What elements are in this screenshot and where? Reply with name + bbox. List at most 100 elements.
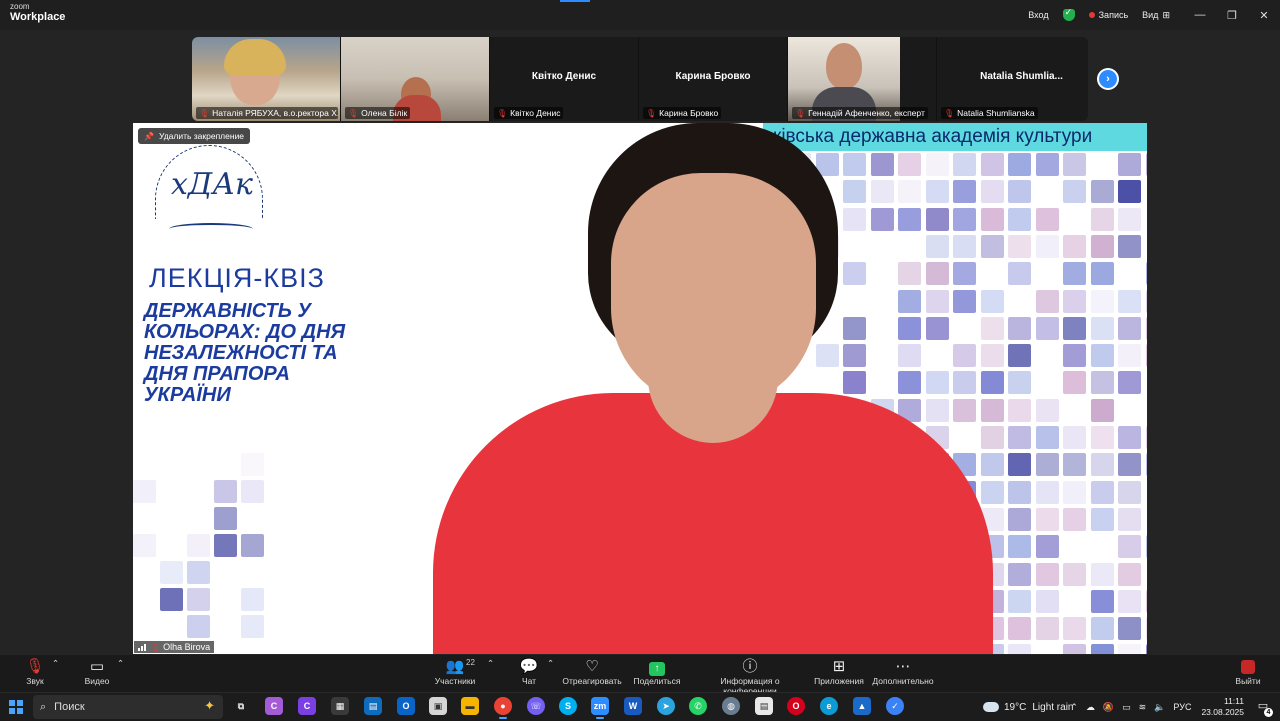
participant-label: 🎙 Наталія РЯБУХА, в.о.ректора Х... [196, 107, 338, 119]
mosaic-tile [187, 615, 210, 638]
apps-label: Приложения [814, 676, 864, 686]
audio-label: Звук [26, 676, 44, 686]
grid-icon: ⊞ [1162, 9, 1170, 20]
windows-start-button[interactable] [9, 700, 23, 714]
video-options-caret[interactable]: ⌃ [117, 658, 124, 669]
participant-tile-5[interactable]: 🎙 Геннадій Афенченко, експерт [788, 37, 937, 121]
viber-app-icon[interactable]: ☏ [527, 697, 545, 715]
view-button[interactable]: Вид ⊞ [1142, 10, 1170, 21]
mosaic-tile [1118, 617, 1141, 641]
mosaic-tile [1090, 234, 1114, 258]
onedrive-icon[interactable]: ☁ [1086, 702, 1095, 713]
leave-button[interactable]: Выйти [1234, 658, 1262, 686]
record-button[interactable]: Запись [1088, 10, 1128, 20]
mic-off-icon: 🎙 [150, 642, 161, 652]
unpin-button[interactable]: 📌 Удалить закрепление [138, 128, 251, 144]
mosaic-tile [160, 561, 183, 584]
notepad-app-icon[interactable]: ▤ [755, 697, 773, 715]
mosaic-tile [1145, 289, 1147, 313]
zoom-app-icon[interactable]: zm [591, 697, 609, 719]
weather-description: Light rain [1032, 701, 1074, 713]
taskbar-search-box[interactable]: ⌕ Поиск ✦ [33, 695, 223, 719]
more-dots-icon: ⋯ [895, 658, 911, 675]
crest-letters: хДАк [171, 167, 253, 202]
taskbar-clock[interactable]: 11:11 23.08.2025 [1201, 696, 1244, 718]
participants-button[interactable]: 👥 22 Участники [430, 658, 480, 686]
chat-options-caret[interactable]: ⌃ [547, 658, 554, 669]
gallery-strip: 🎙 Наталія РЯБУХА, в.о.ректора Х... 🎙 Олена… [192, 37, 1088, 121]
wifi-icon[interactable]: ≋ [1139, 702, 1147, 713]
todo-app-icon[interactable]: ✓ [886, 697, 904, 715]
login-button[interactable]: Вход [1028, 10, 1048, 20]
react-label: Отреагировать [562, 676, 622, 686]
restore-button[interactable]: ❐ [1216, 9, 1248, 22]
close-button[interactable]: ✕ [1248, 9, 1280, 22]
edge-app-icon[interactable]: e [820, 697, 838, 715]
mosaic-tile [1090, 398, 1114, 422]
weather-temperature: 19°C [1004, 701, 1027, 713]
game-app-icon[interactable]: ◍ [722, 697, 740, 715]
mosaic-tile [1090, 480, 1114, 504]
login-label: Вход [1028, 10, 1049, 20]
outlook-app-icon[interactable]: O [397, 697, 415, 715]
participant-tile-2[interactable]: 🎙 Олена Білік [341, 37, 490, 121]
notifications-button[interactable]: ▭ 4 [1254, 699, 1273, 717]
security-shield-icon[interactable] [1062, 7, 1075, 21]
skype-app-icon[interactable]: S [559, 697, 577, 715]
speaker-name-tag: 🎙 Olha Birova [134, 641, 215, 653]
word-app-icon[interactable]: W [624, 697, 642, 715]
chrome-app-icon[interactable]: ● [494, 697, 512, 719]
participant-tile-3[interactable]: Квітко Денис 🎙 Квітко Денис [490, 37, 639, 121]
title-bar: zoom Workplace Вход Запись Вид⊞ — ❐ ✕ [0, 0, 1280, 30]
leave-label: Выйти [1235, 676, 1261, 686]
network-icon[interactable]: ▭ [1122, 702, 1131, 713]
record-dot-icon [1088, 12, 1095, 18]
participant-center-name: Natalia Shumlia... [980, 71, 1063, 82]
chat-button[interactable]: 💬 Чат [517, 658, 541, 686]
whatsapp-app-icon[interactable]: ✆ [689, 697, 707, 715]
participants-options-caret[interactable]: ⌃ [487, 658, 494, 669]
volume-icon[interactable]: 🔈 [1154, 702, 1165, 713]
language-indicator[interactable]: РУС [1173, 702, 1191, 712]
participant-tile-1[interactable]: 🎙 Наталія РЯБУХА, в.о.ректора Х... [192, 37, 341, 121]
calculator-app-icon[interactable]: ▦ [331, 697, 349, 715]
mosaic-tile [1090, 644, 1114, 654]
apps-button[interactable]: ⊞ Приложения [813, 658, 865, 686]
react-button[interactable]: ♡ Отреагировать [561, 658, 623, 686]
more-button[interactable]: ⋯ Дополнительно [872, 658, 934, 686]
mosaic-tile [1118, 234, 1141, 258]
mosaic-tile [241, 588, 264, 611]
opera-app-icon[interactable]: O [787, 697, 805, 715]
task-view-icon[interactable]: ⧉ [232, 697, 250, 715]
gallery-next-button[interactable]: › [1097, 68, 1119, 90]
share-button[interactable]: ↑ Поделиться [632, 658, 682, 686]
main-video[interactable]: 📌 Удалить закрепление ківська державна ак… [133, 123, 1147, 654]
participant-center-name: Карина Бровко [675, 71, 751, 82]
video-button[interactable]: ▭ Видео [83, 658, 111, 686]
chevron-up-icon[interactable]: ⌃ [1070, 702, 1078, 713]
audio-button[interactable]: 🎙 Звук [22, 658, 48, 686]
teams-app-icon[interactable]: C [298, 697, 316, 715]
bell-off-icon[interactable]: 🔕 [1103, 702, 1114, 713]
store-app-icon[interactable]: ▣ [429, 697, 447, 715]
copilot-app-icon[interactable]: C [265, 697, 283, 715]
file-explorer-icon[interactable]: ▬ [461, 697, 479, 715]
participant-tile-4[interactable]: Карина Бровко 🎙 Карина Бровко [639, 37, 788, 121]
chevron-right-icon: › [1099, 70, 1117, 88]
telegram-app-icon[interactable]: ➤ [657, 697, 675, 715]
weather-widget[interactable]: 19°C Light rain [983, 693, 1073, 721]
more-label: Дополнительно [872, 676, 934, 686]
mosaic-tile [1145, 644, 1147, 654]
participants-label: Участники [434, 676, 476, 686]
minimize-button[interactable]: — [1184, 9, 1216, 21]
participant-tile-6[interactable]: Natalia Shumlia... 🎙 Natalia Shumlianska [937, 37, 1086, 121]
remote-app-icon[interactable]: ▲ [853, 697, 871, 715]
chat-label: Чат [521, 676, 537, 686]
mosaic-tile [1118, 562, 1141, 586]
calendar-app-icon[interactable]: ▤ [364, 697, 382, 715]
meeting-info-button[interactable]: ⓘ Информация о конференции [694, 658, 806, 696]
audio-options-caret[interactable]: ⌃ [52, 658, 59, 669]
mosaic-tile [1118, 371, 1141, 395]
mosaic-tile [133, 480, 156, 503]
mosaic-tile [241, 480, 264, 503]
